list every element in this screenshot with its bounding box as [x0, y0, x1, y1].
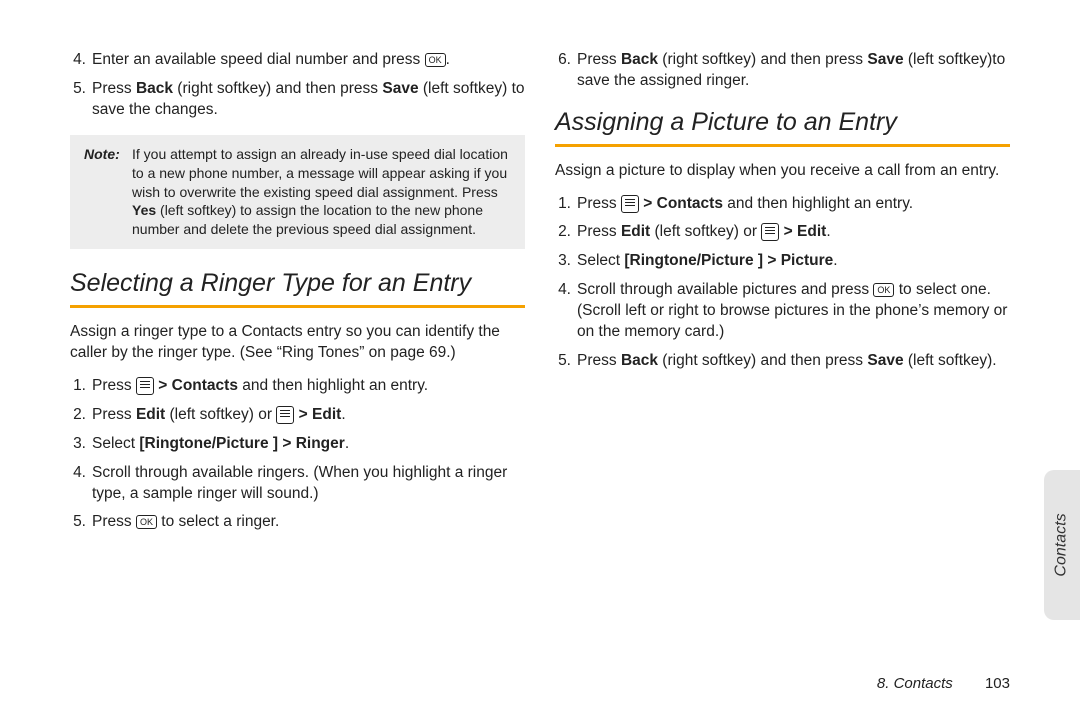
step-number: 2. — [555, 222, 577, 243]
menu-key-icon — [276, 406, 294, 424]
step-body: Press Back (right softkey) and then pres… — [577, 351, 1010, 372]
ok-key-icon: OK — [425, 53, 446, 67]
step-body: Press Edit (left softkey) or > Edit. — [92, 405, 525, 426]
list-item: 2.Press Edit (left softkey) or > Edit. — [70, 405, 525, 426]
page-body: 4.Enter an available speed dial number a… — [0, 0, 1080, 607]
side-tab: Contacts — [1044, 470, 1080, 620]
bold-text: Contacts — [172, 377, 238, 394]
bold-text: Picture — [781, 252, 834, 269]
left-top-steps: 4.Enter an available speed dial number a… — [70, 50, 525, 121]
list-item: 2.Press Edit (left softkey) or > Edit. — [555, 222, 1010, 243]
bold-text: Edit — [621, 223, 650, 240]
bold-text: Ringer — [296, 435, 345, 452]
step-number: 4. — [555, 280, 577, 343]
side-tab-label: Contacts — [1053, 513, 1071, 576]
bold-text: Save — [867, 51, 903, 68]
picture-steps: 1.Press > Contacts and then highlight an… — [555, 194, 1010, 372]
bold-text: Edit — [312, 406, 341, 423]
page-footer: 8. Contacts 103 — [877, 675, 1010, 692]
bold-text: Edit — [136, 406, 165, 423]
ringer-steps: 1.Press > Contacts and then highlight an… — [70, 376, 525, 534]
list-item: 3.Select [Ringtone/Picture ] > Picture. — [555, 251, 1010, 272]
footer-chapter: 8. Contacts — [877, 675, 953, 692]
section-rule — [70, 305, 525, 308]
bold-text: [Ringtone/Picture ] — [139, 435, 278, 452]
step-number: 5. — [555, 351, 577, 372]
menu-key-icon — [761, 223, 779, 241]
section-rule — [555, 144, 1010, 147]
menu-key-icon — [621, 195, 639, 213]
bold-text: Save — [382, 80, 418, 97]
step-body: Select [Ringtone/Picture ] > Ringer. — [92, 434, 525, 455]
gt-separator: > — [767, 252, 776, 269]
list-item: 5.Press OK to select a ringer. — [70, 512, 525, 533]
step-number: 5. — [70, 79, 92, 121]
note-box: Note: If you attempt to assign an alread… — [70, 135, 525, 249]
step-body: Press > Contacts and then highlight an e… — [92, 376, 525, 397]
step-number: 1. — [70, 376, 92, 397]
section-heading-ringer: Selecting a Ringer Type for an Entry — [70, 267, 525, 303]
step-number: 4. — [70, 463, 92, 505]
step-body: Select [Ringtone/Picture ] > Picture. — [577, 251, 1010, 272]
bold-text: Save — [867, 352, 903, 369]
list-item: 4.Scroll through available ringers. (Whe… — [70, 463, 525, 505]
list-item: 1.Press > Contacts and then highlight an… — [555, 194, 1010, 215]
gt-separator: > — [784, 223, 793, 240]
gt-separator: > — [158, 377, 167, 394]
ringer-intro: Assign a ringer type to a Contacts entry… — [70, 322, 525, 364]
bold-text: Yes — [132, 202, 156, 218]
ok-key-icon: OK — [873, 283, 894, 297]
gt-separator: > — [282, 435, 291, 452]
right-column: 6.Press Back (right softkey) and then pr… — [555, 50, 1010, 547]
gt-separator: > — [299, 406, 308, 423]
step-number: 4. — [70, 50, 92, 71]
list-item: 6.Press Back (right softkey) and then pr… — [555, 50, 1010, 92]
step-number: 1. — [555, 194, 577, 215]
list-item: 5.Press Back (right softkey) and then pr… — [70, 79, 525, 121]
list-item: 1.Press > Contacts and then highlight an… — [70, 376, 525, 397]
bold-text: Back — [136, 80, 173, 97]
list-item: 3.Select [Ringtone/Picture ] > Ringer. — [70, 434, 525, 455]
bold-text: Contacts — [657, 195, 723, 212]
note-text: If you attempt to assign an already in-u… — [84, 145, 511, 239]
list-item: 5.Press Back (right softkey) and then pr… — [555, 351, 1010, 372]
bold-text: Edit — [797, 223, 826, 240]
gt-separator: > — [643, 195, 652, 212]
step-number: 3. — [70, 434, 92, 455]
step-body: Press Edit (left softkey) or > Edit. — [577, 222, 1010, 243]
right-top-steps: 6.Press Back (right softkey) and then pr… — [555, 50, 1010, 92]
bold-text: [Ringtone/Picture ] — [624, 252, 763, 269]
step-body: Press OK to select a ringer. — [92, 512, 525, 533]
step-body: Press > Contacts and then highlight an e… — [577, 194, 1010, 215]
ok-key-icon: OK — [136, 515, 157, 529]
step-body: Enter an available speed dial number and… — [92, 50, 525, 71]
list-item: 4.Scroll through available pictures and … — [555, 280, 1010, 343]
step-body: Scroll through available pictures and pr… — [577, 280, 1010, 343]
bold-text: Back — [621, 352, 658, 369]
section-heading-picture: Assigning a Picture to an Entry — [555, 106, 1010, 142]
footer-page-number: 103 — [985, 675, 1010, 692]
step-number: 5. — [70, 512, 92, 533]
left-column: 4.Enter an available speed dial number a… — [70, 50, 525, 547]
step-number: 6. — [555, 50, 577, 92]
menu-key-icon — [136, 377, 154, 395]
step-number: 3. — [555, 251, 577, 272]
step-body: Press Back (right softkey) and then pres… — [577, 50, 1010, 92]
step-number: 2. — [70, 405, 92, 426]
bold-text: Back — [621, 51, 658, 68]
picture-intro: Assign a picture to display when you rec… — [555, 161, 1010, 182]
step-body: Press Back (right softkey) and then pres… — [92, 79, 525, 121]
list-item: 4.Enter an available speed dial number a… — [70, 50, 525, 71]
note-label: Note: — [84, 145, 126, 164]
step-body: Scroll through available ringers. (When … — [92, 463, 525, 505]
